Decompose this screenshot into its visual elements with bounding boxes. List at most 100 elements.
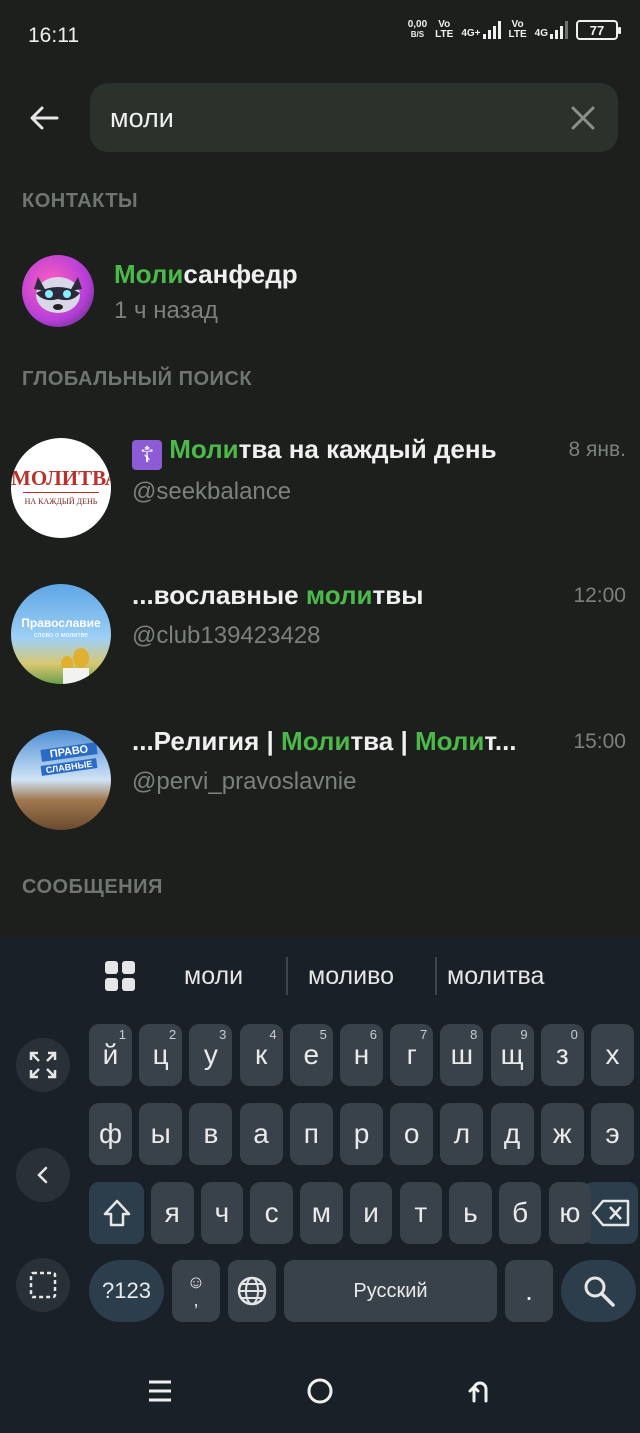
backspace-key[interactable] [583, 1182, 638, 1244]
status-time: 16:11 [28, 24, 79, 47]
channel-row[interactable]: ПРАВО СЛАВНЫЕ ...Религия | Молитва | Мол… [0, 722, 640, 838]
backspace-icon [591, 1199, 629, 1227]
key-п[interactable]: п [289, 1103, 333, 1165]
key-к[interactable]: к4 [239, 1024, 283, 1086]
key-ж[interactable]: ж [540, 1103, 584, 1165]
contact-row[interactable]: Молисанфедр 1 ч назад [0, 245, 640, 337]
signal-sim2-icon: 4G [535, 21, 568, 39]
return-arrow-icon [468, 1381, 488, 1403]
shift-key[interactable] [89, 1182, 144, 1244]
battery-icon: 77 [576, 20, 621, 40]
divider [286, 957, 288, 995]
resize-keyboard-button[interactable] [16, 1038, 70, 1092]
back-nav-button[interactable] [460, 1371, 500, 1411]
channel-title: ...Религия | Молитва | Молит... [132, 726, 517, 756]
shift-arrow-icon [103, 1199, 130, 1227]
church-domes-image [61, 648, 89, 684]
system-navigation-bar [0, 1345, 640, 1433]
global-search-section-header: ГЛОБАЛЬНЫЙ ПОИСК [22, 368, 253, 390]
channel-title: ...вославные молитвы [132, 580, 424, 610]
contact-name: Молисанфедр [114, 259, 298, 289]
channel-avatar: МОЛИТВА НА КАЖДЫЙ ДЕНЬ [11, 438, 111, 538]
key-ь[interactable]: ь [449, 1182, 492, 1244]
key-м[interactable]: м [300, 1182, 343, 1244]
channel-avatar: Православие слово о молитве [11, 584, 111, 684]
key-ы[interactable]: ы [139, 1103, 183, 1165]
key-о[interactable]: о [390, 1103, 434, 1165]
key-ш[interactable]: ш8 [440, 1024, 484, 1086]
volte-icon-2: Vo LTE [508, 19, 527, 40]
messages-section-header: СООБЩЕНИЯ [22, 876, 163, 898]
key-е[interactable]: е5 [289, 1024, 333, 1086]
circle-home-icon [307, 1378, 333, 1404]
key-б[interactable]: б [498, 1182, 542, 1244]
channel-row[interactable]: МОЛИТВА НА КАЖДЫЙ ДЕНЬ ☦ Молитва на кажд… [0, 430, 640, 546]
key-э[interactable]: э [591, 1103, 634, 1165]
channel-handle: @seekbalance [132, 478, 292, 505]
key-т[interactable]: т [399, 1182, 442, 1244]
apps-grid-icon[interactable] [104, 960, 136, 992]
chevron-left-icon [37, 1166, 48, 1184]
status-icons: 0,00 B/S Vo LTE 4G+ Vo LTE 4G 77 [407, 19, 621, 40]
suggestion-1[interactable]: моли [184, 962, 243, 991]
period-key[interactable]: . [505, 1260, 553, 1322]
key-л[interactable]: л [440, 1103, 484, 1165]
expand-arrows-icon [29, 1051, 57, 1079]
key-д[interactable]: д [490, 1103, 534, 1165]
symbols-key[interactable]: ?123 [89, 1260, 164, 1322]
key-я[interactable]: я [151, 1182, 194, 1244]
search-icon [584, 1276, 615, 1307]
key-н[interactable]: н6 [340, 1024, 383, 1086]
key-ц[interactable]: ц2 [139, 1024, 183, 1086]
signal-sim1-icon: 4G+ [461, 21, 501, 39]
search-input[interactable] [110, 100, 550, 136]
suggestion-bar: моли моливо молитва [0, 938, 640, 1016]
search-box [90, 83, 618, 152]
menu-lines-icon [149, 1380, 171, 1402]
network-speed: 0,00 B/S [407, 19, 428, 40]
key-а[interactable]: а [239, 1103, 283, 1165]
emoji-comma-key[interactable]: ☺ , [172, 1260, 220, 1322]
status-bar: 16:11 0,00 B/S Vo LTE 4G+ Vo LTE 4G 77 [0, 0, 640, 70]
contacts-section-header: КОНТАКТЫ [22, 190, 139, 212]
channel-title: ☦ Молитва на каждый день [132, 434, 542, 470]
key-г[interactable]: г7 [390, 1024, 434, 1086]
key-р[interactable]: р [340, 1103, 383, 1165]
dashed-square-icon [29, 1271, 57, 1299]
language-key[interactable] [228, 1260, 276, 1322]
recent-apps-button[interactable] [140, 1371, 180, 1411]
channel-time: 15:00 [573, 730, 626, 753]
contact-avatar [22, 255, 94, 327]
key-й[interactable]: й1 [89, 1024, 132, 1086]
key-ю[interactable]: ю [548, 1182, 592, 1244]
orthodox-cross-icon: ☦ [132, 440, 162, 470]
key-ф[interactable]: ф [89, 1103, 132, 1165]
suggestion-3[interactable]: молитва [447, 962, 544, 991]
suggestion-2[interactable]: моливо [308, 962, 394, 991]
key-и[interactable]: и [349, 1182, 393, 1244]
search-key[interactable] [561, 1260, 636, 1322]
key-ч[interactable]: ч [200, 1182, 244, 1244]
key-в[interactable]: в [189, 1103, 233, 1165]
volte-icon: Vo LTE [435, 19, 454, 40]
key-х[interactable]: х [591, 1024, 634, 1086]
channel-avatar: ПРАВО СЛАВНЫЕ [11, 730, 111, 830]
key-с[interactable]: с [250, 1182, 293, 1244]
cursor-left-button[interactable] [16, 1148, 70, 1202]
close-icon [571, 106, 595, 130]
space-key[interactable]: Русский [284, 1260, 497, 1322]
select-text-button[interactable] [16, 1258, 70, 1312]
back-button[interactable] [22, 96, 66, 140]
channel-time: 12:00 [573, 584, 626, 607]
home-button[interactable] [300, 1371, 340, 1411]
clear-search-button[interactable] [570, 105, 596, 131]
smile-icon: ☺ [186, 1272, 206, 1292]
key-з[interactable]: з0 [540, 1024, 584, 1086]
contact-last-seen: 1 ч назад [114, 297, 218, 324]
key-у[interactable]: у3 [189, 1024, 233, 1086]
arrow-left-icon [30, 106, 59, 130]
key-щ[interactable]: щ9 [490, 1024, 534, 1086]
globe-icon [237, 1276, 267, 1306]
channel-time: 8 янв. [568, 438, 626, 461]
channel-row[interactable]: Православие слово о молитве ...вославные… [0, 576, 640, 692]
